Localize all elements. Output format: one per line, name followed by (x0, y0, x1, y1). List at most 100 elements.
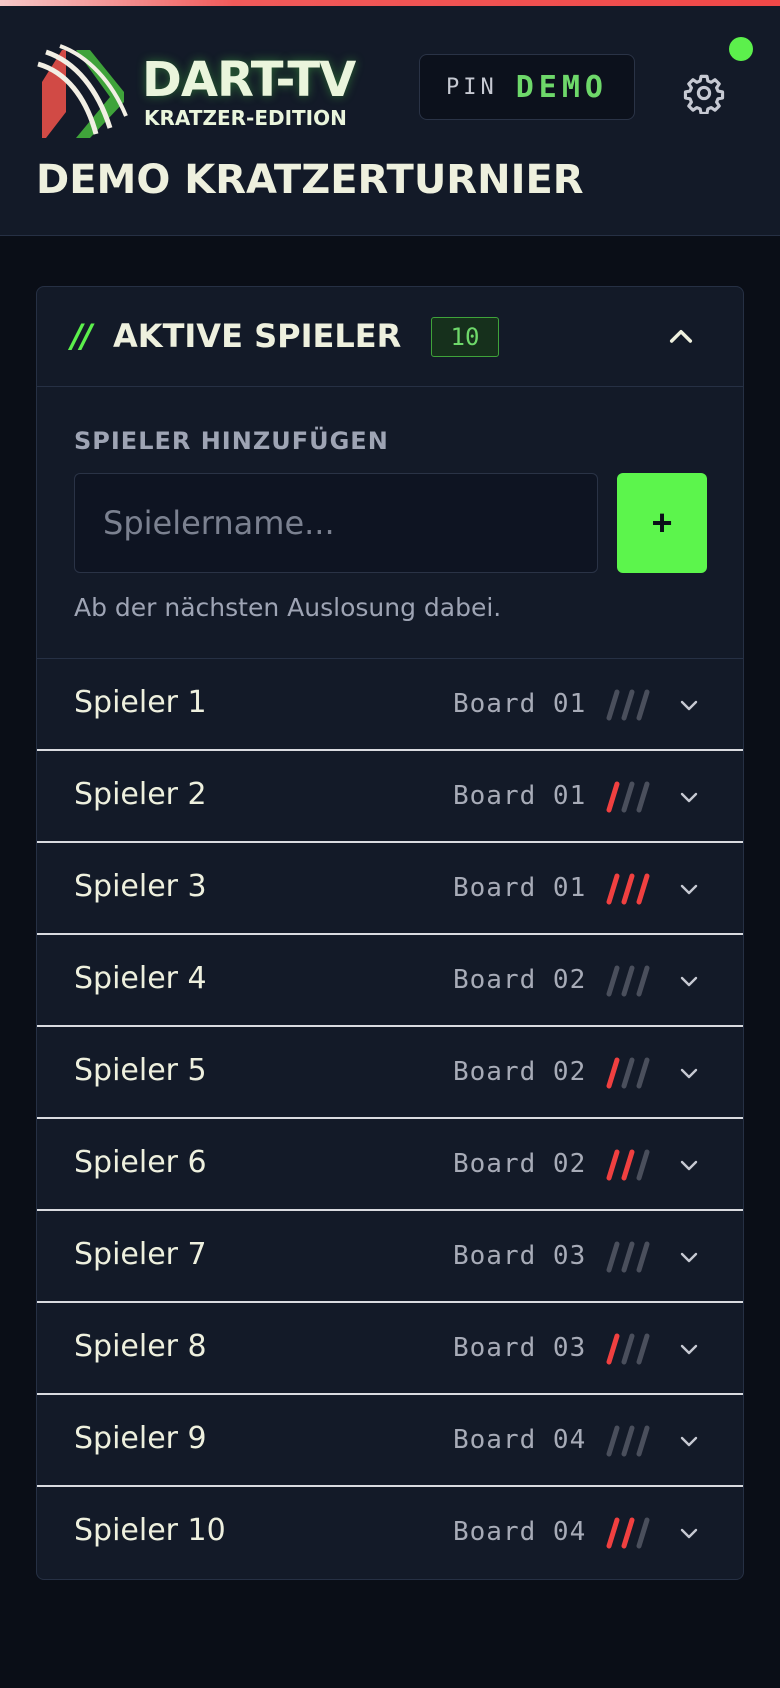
player-board: Board 02 (453, 1057, 587, 1087)
player-board: Board 02 (453, 1149, 587, 1179)
section-slashes: // (71, 317, 92, 355)
scratch-marks-icon (606, 1333, 650, 1365)
scratch-marks-icon (606, 1241, 650, 1273)
app-header: DART-TV KRATZER-EDITION PIN DEMO DEMO KR… (0, 6, 780, 236)
add-player-section: SPIELER HINZUFÜGEN + Ab der nächsten Aus… (37, 387, 743, 659)
chevron-down-icon[interactable] (677, 969, 701, 993)
scratch-marks-icon (606, 1517, 650, 1549)
player-name: Spieler 1 (74, 685, 207, 720)
chevron-down-icon[interactable] (677, 785, 701, 809)
player-board: Board 01 (453, 689, 587, 719)
dart-tv-logo (37, 44, 128, 138)
player-name: Spieler 3 (74, 869, 207, 904)
chevron-down-icon[interactable] (677, 1245, 701, 1269)
player-board: Board 03 (453, 1333, 587, 1363)
player-row[interactable]: Spieler 4 Board 02 (37, 935, 743, 1027)
player-list: Spieler 1 Board 01 Spieler 2 Board 01 Spiele… (37, 659, 743, 1579)
player-board: Board 04 (453, 1517, 587, 1547)
scratch-mark (621, 873, 635, 905)
player-row[interactable]: Spieler 2 Board 01 (37, 751, 743, 843)
scratch-mark (621, 1241, 635, 1273)
player-board: Board 01 (453, 873, 587, 903)
scratch-mark (621, 1425, 635, 1457)
player-name: Spieler 7 (74, 1237, 207, 1272)
pin-display[interactable]: PIN DEMO (419, 54, 635, 120)
player-row[interactable]: Spieler 10 Board 04 (37, 1487, 743, 1579)
scratch-mark (606, 1149, 620, 1181)
scratch-mark (606, 1057, 620, 1089)
scratch-mark (606, 781, 620, 813)
scratch-mark (636, 873, 650, 905)
scratch-mark (636, 1149, 650, 1181)
player-name: Spieler 4 (74, 961, 207, 996)
player-name-input[interactable] (74, 473, 598, 573)
scratch-mark (636, 689, 650, 721)
player-board: Board 03 (453, 1241, 587, 1271)
scratch-mark (621, 781, 635, 813)
chevron-down-icon[interactable] (677, 1061, 701, 1085)
scratch-mark (621, 1149, 635, 1181)
brand-title: DART-TV (142, 52, 356, 108)
gear-icon[interactable] (683, 72, 725, 114)
add-player-hint: Ab der nächsten Auslosung dabei. (74, 593, 502, 622)
player-board: Board 01 (453, 781, 587, 811)
card-header[interactable]: // AKTIVE SPIELER 10 (37, 287, 743, 387)
scratch-marks-icon (606, 1149, 650, 1181)
scratch-mark (636, 1241, 650, 1273)
tournament-title: DEMO KRATZERTURNIER (36, 157, 584, 203)
scratch-mark (606, 1241, 620, 1273)
pin-label: PIN (446, 74, 498, 100)
player-name: Spieler 8 (74, 1329, 207, 1364)
scratch-mark (636, 1517, 650, 1549)
chevron-down-icon[interactable] (677, 1521, 701, 1545)
pin-value: DEMO (515, 69, 608, 105)
scratch-marks-icon (606, 781, 650, 813)
scratch-mark (621, 689, 635, 721)
chevron-down-icon[interactable] (677, 1153, 701, 1177)
player-name: Spieler 2 (74, 777, 207, 812)
scratch-mark (621, 1333, 635, 1365)
scratch-mark (636, 781, 650, 813)
scratch-mark (636, 1425, 650, 1457)
player-row[interactable]: Spieler 1 Board 01 (37, 659, 743, 751)
player-row[interactable]: Spieler 3 Board 01 (37, 843, 743, 935)
player-row[interactable]: Spieler 6 Board 02 (37, 1119, 743, 1211)
player-row[interactable]: Spieler 9 Board 04 (37, 1395, 743, 1487)
player-name: Spieler 10 (74, 1513, 226, 1548)
scratch-marks-icon (606, 965, 650, 997)
scratch-mark (606, 1425, 620, 1457)
scratch-mark (621, 1057, 635, 1089)
player-name: Spieler 6 (74, 1145, 207, 1180)
scratch-mark (621, 1517, 635, 1549)
chevron-down-icon[interactable] (677, 693, 701, 717)
scratch-mark (636, 965, 650, 997)
section-title: AKTIVE SPIELER (113, 317, 402, 355)
scratch-mark (636, 1333, 650, 1365)
chevron-down-icon[interactable] (677, 877, 701, 901)
chevron-down-icon[interactable] (677, 1429, 701, 1453)
scratch-marks-icon (606, 873, 650, 905)
add-player-button[interactable]: + (617, 473, 707, 573)
player-row[interactable]: Spieler 8 Board 03 (37, 1303, 743, 1395)
player-row[interactable]: Spieler 5 Board 02 (37, 1027, 743, 1119)
scratch-marks-icon (606, 689, 650, 721)
scratch-mark (606, 1517, 620, 1549)
scratch-marks-icon (606, 1425, 650, 1457)
scratch-mark (636, 1057, 650, 1089)
add-player-label: SPIELER HINZUFÜGEN (74, 427, 389, 455)
scratch-mark (606, 873, 620, 905)
player-name: Spieler 9 (74, 1421, 207, 1456)
player-name: Spieler 5 (74, 1053, 207, 1088)
chevron-down-icon[interactable] (677, 1337, 701, 1361)
scratch-marks-icon (606, 1057, 650, 1089)
status-indicator (729, 37, 753, 61)
chevron-up-icon[interactable] (665, 321, 697, 353)
scratch-mark (606, 965, 620, 997)
player-board: Board 02 (453, 965, 587, 995)
player-count-badge: 10 (431, 317, 499, 357)
player-board: Board 04 (453, 1425, 587, 1455)
player-row[interactable]: Spieler 7 Board 03 (37, 1211, 743, 1303)
active-players-card: // AKTIVE SPIELER 10 SPIELER HINZUFÜGEN … (36, 286, 744, 1580)
scratch-mark (606, 1333, 620, 1365)
brand-subtitle: KRATZER-EDITION (144, 106, 347, 130)
